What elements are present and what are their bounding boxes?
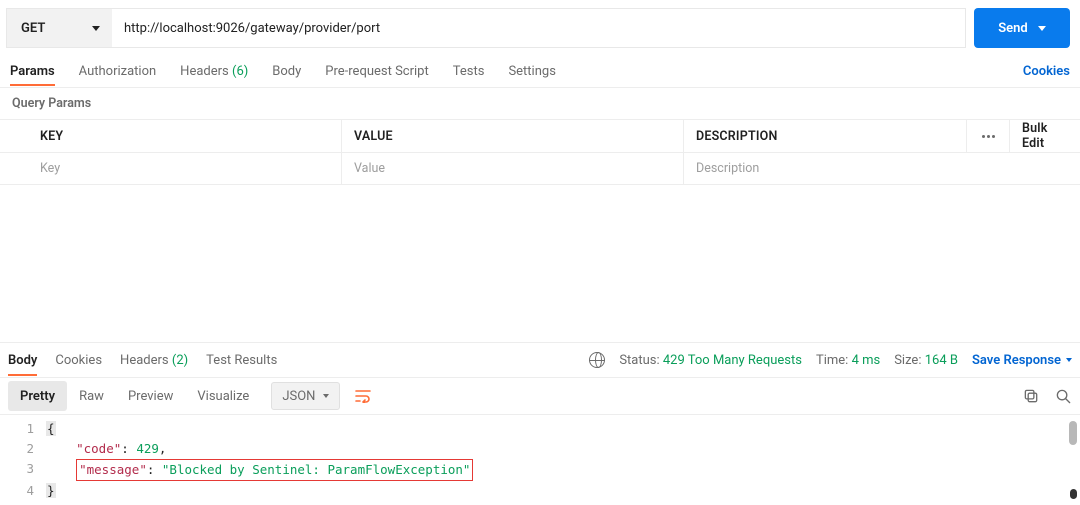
chevron-down-icon (1066, 358, 1072, 362)
query-params-title: Query Params (0, 88, 1080, 119)
resp-tab-cookies[interactable]: Cookies (55, 346, 102, 375)
value-input[interactable]: Value (342, 153, 684, 184)
tab-tests[interactable]: Tests (453, 58, 485, 85)
chevron-down-icon (92, 26, 100, 31)
fmt-visualize[interactable]: Visualize (185, 381, 261, 411)
size-label: Size: 164 B (894, 353, 958, 368)
response-body[interactable]: 1{ 2 "code": 429, 3 "message": "Blocked … (0, 415, 1080, 505)
send-label: Send (998, 21, 1028, 36)
params-table: KEY VALUE DESCRIPTION Bulk Edit Key Valu… (0, 119, 1080, 185)
fmt-preview[interactable]: Preview (116, 381, 185, 411)
url-text: http://localhost:9026/gateway/provider/p… (124, 21, 380, 36)
tab-body[interactable]: Body (272, 58, 301, 85)
scrollbar-thumb[interactable] (1069, 421, 1077, 445)
col-value: VALUE (342, 120, 684, 152)
table-row: Key Value Description (0, 152, 1080, 184)
col-key: KEY (0, 120, 342, 152)
col-description: DESCRIPTION (684, 120, 966, 152)
search-icon[interactable] (1054, 387, 1072, 405)
cookies-link[interactable]: Cookies (1023, 64, 1070, 79)
copy-icon[interactable] (1022, 387, 1040, 405)
cursor-icon (1070, 489, 1077, 499)
wrap-lines-icon[interactable] (350, 383, 376, 409)
globe-icon[interactable] (589, 352, 605, 368)
chevron-down-icon (1038, 26, 1046, 31)
tab-settings[interactable]: Settings (508, 58, 555, 85)
tab-params[interactable]: Params (10, 58, 55, 86)
tab-authorization[interactable]: Authorization (79, 58, 157, 85)
chevron-down-icon (323, 394, 329, 398)
http-method-dropdown[interactable]: GET (6, 8, 112, 48)
format-bar: Pretty Raw Preview Visualize JSON (0, 377, 1080, 415)
tab-headers[interactable]: Headers (6) (180, 58, 248, 85)
fmt-raw[interactable]: Raw (67, 381, 116, 411)
key-input[interactable]: Key (0, 153, 342, 184)
resp-tab-test-results[interactable]: Test Results (206, 346, 277, 375)
fmt-pretty[interactable]: Pretty (8, 381, 67, 411)
resp-tab-headers[interactable]: Headers (2) (120, 346, 188, 375)
highlighted-error-line: "message": "Blocked by Sentinel: ParamFl… (76, 459, 473, 481)
url-input[interactable]: http://localhost:9026/gateway/provider/p… (112, 8, 966, 48)
time-label: Time: 4 ms (816, 353, 880, 368)
status-label: Status: 429 Too Many Requests (619, 353, 802, 368)
description-input[interactable]: Description (684, 153, 1080, 184)
language-dropdown[interactable]: JSON (271, 382, 340, 410)
request-tabs: Params Authorization Headers (6) Body Pr… (0, 56, 1080, 88)
send-button[interactable]: Send (974, 8, 1070, 48)
bulk-edit-button[interactable]: Bulk Edit (1010, 120, 1080, 152)
tab-prerequest[interactable]: Pre-request Script (325, 58, 428, 85)
table-header-row: KEY VALUE DESCRIPTION Bulk Edit (0, 120, 1080, 152)
resp-tab-body[interactable]: Body (8, 346, 37, 376)
more-options-button[interactable] (966, 120, 1010, 152)
save-response-button[interactable]: Save Response (972, 353, 1072, 368)
response-tabs: Body Cookies Headers (2) Test Results St… (0, 343, 1080, 377)
http-method-value: GET (21, 21, 45, 36)
